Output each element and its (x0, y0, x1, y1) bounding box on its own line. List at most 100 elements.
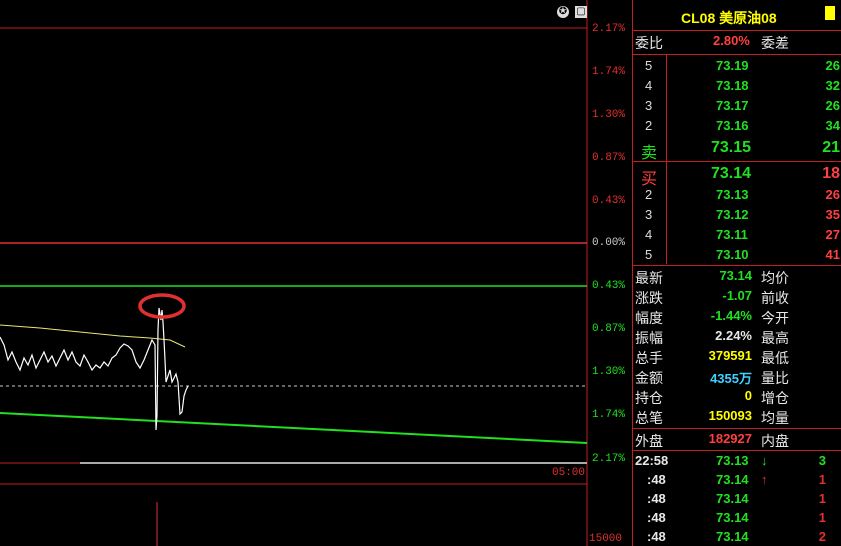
divider (633, 265, 841, 266)
divider (666, 55, 667, 161)
diff-label: 委差 (761, 35, 789, 51)
tick-price: 73.14 (716, 529, 749, 544)
ask-price: 73.19 (716, 58, 749, 73)
outer-label: 外盘 (635, 433, 663, 449)
tick-time: :48 (647, 510, 666, 525)
bid-volume: 35 (825, 207, 840, 222)
tick-time: :48 (647, 472, 666, 487)
divider (633, 428, 841, 429)
stat-right-label: 最低 (761, 350, 789, 366)
stat-value: 4355万 (710, 371, 752, 386)
flag-icon[interactable] (825, 6, 835, 20)
ratio-value: 2.80% (713, 33, 750, 48)
stat-value: 379591 (708, 348, 752, 363)
bid-level: 3 (645, 207, 653, 222)
tick-volume: 1 (818, 510, 826, 525)
ask-level: 3 (645, 98, 653, 113)
tick-price: 73.14 (716, 491, 749, 506)
stat-value: 73.14 (719, 268, 752, 283)
bid-price: 73.13 (716, 187, 749, 202)
tick-volume: 2 (818, 529, 826, 544)
up-arrow-icon: ↑ (761, 472, 768, 487)
pct-label: 1.74% (592, 66, 626, 78)
stat-label: 涨跌 (635, 290, 663, 306)
ask-price: 73.17 (716, 98, 749, 113)
stat-right-label: 量比 (761, 370, 789, 386)
tick-time: :48 (647, 491, 666, 506)
ask-volume: 34 (825, 118, 840, 133)
stat-right-label: 增仓 (761, 390, 789, 406)
pct-label: 2.17% (592, 453, 626, 465)
instrument-title: CL08 美原油08 (681, 10, 777, 26)
ask-volume: 26 (825, 98, 840, 113)
ask-level: 5 (645, 58, 653, 73)
pct-label: 1.30% (592, 109, 626, 121)
tick-price: 73.13 (716, 453, 749, 468)
order-ratio-row: 委比 2.80% 委差 (633, 33, 841, 53)
stat-value: 150093 (708, 408, 752, 423)
ask-volume: 21 (822, 139, 840, 156)
ask-volume: 32 (825, 78, 840, 93)
bid-price: 73.11 (716, 227, 748, 242)
intraday-chart[interactable]: ✪ ▢ 2.17% 1.74% 1.30% 0.87% 0.43% 0.00% … (0, 0, 631, 546)
tick-price: 73.14 (716, 510, 749, 525)
bid-level: 买 (641, 171, 658, 188)
pct-label: 0.00% (592, 237, 626, 249)
tick-volume: 1 (818, 472, 826, 487)
quote-panel: CL08 美原油08 委比 2.80% 委差 5 73.19 26 4 73.1… (632, 0, 841, 546)
tick-volume: 1 (818, 491, 826, 506)
time-axis-label: 05:00 (552, 467, 586, 479)
trend-line (0, 412, 588, 444)
divider (633, 450, 841, 451)
pct-label: 0.87% (592, 152, 626, 164)
tick-time: :48 (647, 529, 666, 544)
bid-volume: 26 (825, 187, 840, 202)
divider (633, 161, 841, 162)
stat-label: 总笔 (635, 410, 663, 426)
quote-header: CL08 美原油08 (633, 0, 841, 31)
pct-label: 1.30% (592, 366, 626, 378)
divider (666, 162, 667, 264)
stat-right-label: 均价 (761, 270, 789, 286)
pct-label: 0.43% (592, 195, 626, 207)
ratio-label: 委比 (635, 35, 663, 51)
bid-volume: 41 (825, 247, 840, 262)
outer-value: 182927 (708, 431, 752, 446)
stat-value: 0 (744, 388, 752, 403)
bid-price: 73.14 (711, 165, 752, 182)
ask-price: 73.16 (716, 118, 749, 133)
tick-volume: 3 (818, 453, 826, 468)
bid-price: 73.12 (716, 207, 749, 222)
stat-label: 持仓 (635, 390, 663, 406)
ask-level: 卖 (641, 145, 658, 162)
down-arrow-icon: ↓ (761, 453, 768, 468)
volume-axis-label: 15000 (589, 533, 623, 545)
stat-label: 振幅 (635, 330, 663, 346)
stat-label: 金额 (635, 370, 663, 386)
stat-label: 最新 (635, 270, 663, 286)
pct-label: 1.74% (592, 409, 626, 421)
ask-price: 73.18 (716, 78, 749, 93)
stat-value: -1.44% (710, 308, 752, 323)
tick-time: 22:58 (635, 453, 669, 468)
toggle-icon[interactable]: ▢ (575, 6, 587, 18)
bid-volume: 18 (822, 165, 840, 182)
price-chart-svg (0, 0, 588, 546)
price-line (0, 307, 189, 431)
stat-right-label: 前收 (761, 290, 789, 306)
stat-right-label: 最高 (761, 330, 789, 346)
ask-volume: 26 (825, 58, 840, 73)
inner-label: 内盘 (761, 433, 789, 449)
ask-price: 73.15 (711, 139, 752, 156)
stat-value: 2.24% (715, 328, 752, 343)
bid-volume: 27 (825, 227, 840, 242)
stat-right-label: 今开 (761, 310, 789, 326)
bid-price: 73.10 (716, 247, 749, 262)
bid-level: 5 (645, 247, 653, 262)
ask-level: 4 (645, 78, 653, 93)
stat-label: 幅度 (635, 310, 663, 326)
stat-right-label: 均量 (761, 410, 789, 426)
settings-icon[interactable]: ✪ (557, 6, 569, 18)
stat-value: -1.07 (722, 288, 752, 303)
stat-label: 总手 (635, 350, 663, 366)
